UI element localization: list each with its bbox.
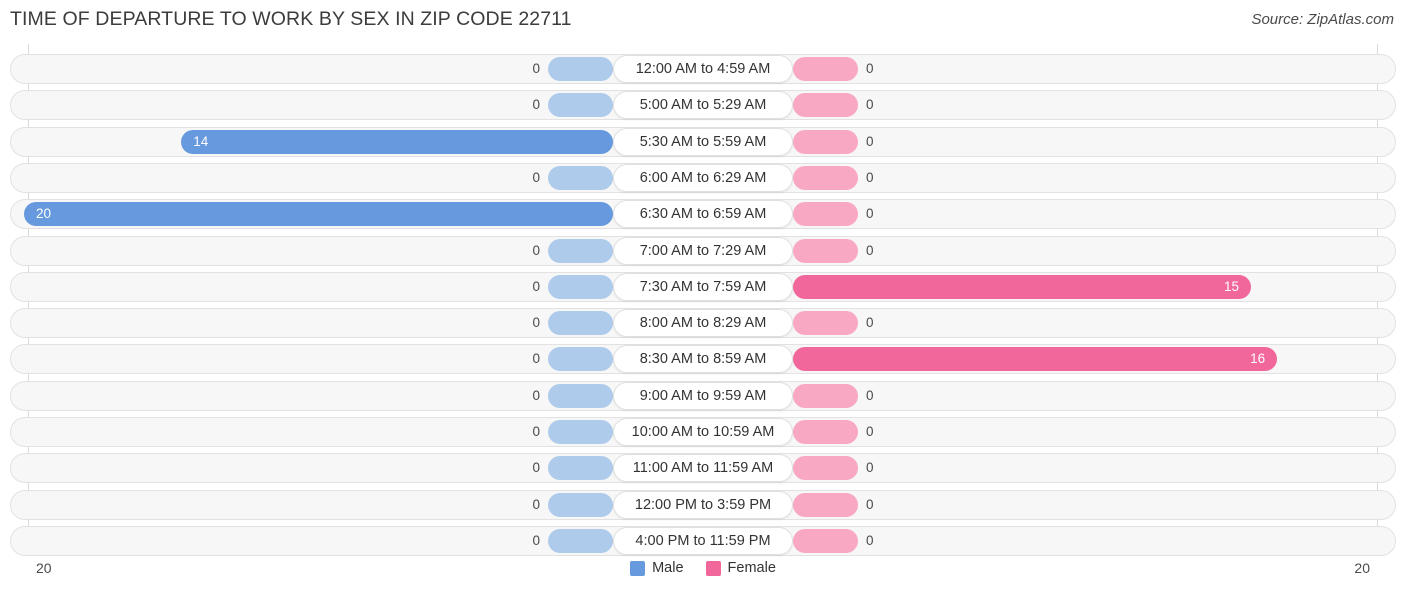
legend-swatch-female [705,560,721,576]
bar-value-female: 0 [866,315,874,331]
bar-value-female: 0 [866,532,874,548]
bar-value-male: 20 [36,206,52,222]
bar-female[interactable] [793,528,858,553]
category-label: 7:30 AM to 7:59 AM [613,272,793,301]
table-row[interactable]: 0 0 7:00 AM to 7:29 AM [10,235,1396,266]
table-row[interactable]: 0 15 7:30 AM to 7:59 AM [10,271,1396,302]
bar-value-female: 0 [866,424,874,439]
bar-female[interactable] [793,129,858,154]
table-row[interactable]: 0 0 11:00 AM to 11:59 AM [10,453,1396,484]
bar-male[interactable] [548,274,613,299]
category-label: 5:30 AM to 5:59 AM [613,127,793,156]
table-row[interactable]: 0 16 8:30 AM to 8:59 AM [10,344,1396,375]
chart-plot-area: 0 0 12:00 AM to 4:59 AM 0 0 5:00 AM to 5:29 A… [0,44,1406,556]
bar-value-male: 0 [532,460,540,476]
category-label: 10:00 AM to 10:59 AM [613,418,793,446]
legend-item-male[interactable]: Male [630,560,684,576]
bar-male[interactable] [548,420,613,444]
bar-female[interactable] [793,57,858,81]
bar-value-female: 0 [866,242,874,258]
bar-male[interactable] [548,165,613,190]
bar-male[interactable] [548,311,613,336]
bar-male[interactable] [548,93,613,118]
category-label: 11:00 AM to 11:59 AM [613,454,793,483]
table-row[interactable]: 0 0 12:00 PM to 3:59 PM [10,489,1396,520]
bar-male[interactable] [548,347,613,372]
bar-female[interactable] [793,165,858,190]
page-title: TIME OF DEPARTURE TO WORK BY SEX IN ZIP … [10,8,572,30]
table-row[interactable]: 14 0 5:30 AM to 5:59 AM [10,126,1396,157]
category-label: 9:00 AM to 9:59 AM [613,381,793,410]
category-label: 12:00 AM to 4:59 AM [613,55,793,83]
bar-value-male: 0 [532,97,540,113]
bar-value-female: 0 [866,97,874,113]
bar-value-male: 0 [532,278,540,294]
source-label: Source: ZipAtlas.com [1251,11,1394,28]
table-row[interactable]: 0 0 6:00 AM to 6:29 AM [10,162,1396,193]
legend-label-male: Male [652,560,684,576]
bar-value-male: 14 [193,133,209,149]
category-label: 8:30 AM to 8:59 AM [613,345,793,374]
bar-female[interactable] [793,383,858,408]
bar-female[interactable] [793,492,858,517]
bar-male[interactable] [548,57,613,81]
bar-value-male: 0 [532,351,540,367]
bar-value-male: 0 [532,315,540,331]
bar-female[interactable] [793,456,858,481]
bar-female[interactable] [793,93,858,118]
bar-value-female: 0 [866,460,874,476]
chart-footer: 20 20 Male Female [0,552,1406,594]
category-label: 4:00 PM to 11:59 PM [613,526,793,555]
bar-female[interactable] [793,202,858,227]
legend-item-female[interactable]: Female [705,560,776,576]
bar-value-female: 0 [866,61,874,76]
bar-male[interactable]: 14 [181,129,613,154]
table-row[interactable]: 0 0 5:00 AM to 5:29 AM [10,90,1396,121]
bar-value-female: 0 [866,496,874,512]
bar-value-male: 0 [532,532,540,548]
bar-value-male: 0 [532,61,540,76]
legend-swatch-male [630,560,646,576]
bar-male[interactable] [548,238,613,263]
category-label: 12:00 PM to 3:59 PM [613,490,793,519]
category-label: 8:00 AM to 8:29 AM [613,309,793,338]
chart-legend: Male Female [0,560,1406,576]
bar-male[interactable] [548,383,613,408]
chart-header: TIME OF DEPARTURE TO WORK BY SEX IN ZIP … [0,0,1406,44]
bar-value-female: 0 [866,133,874,149]
bar-male[interactable] [548,492,613,517]
bar-female[interactable]: 15 [793,274,1251,299]
bar-value-female: 0 [866,169,874,185]
bar-male[interactable] [548,456,613,481]
category-label: 6:00 AM to 6:29 AM [613,163,793,192]
bar-male[interactable]: 20 [24,202,613,227]
bar-female[interactable] [793,238,858,263]
bar-value-male: 0 [532,242,540,258]
category-label: 5:00 AM to 5:29 AM [613,91,793,120]
table-row[interactable]: 0 0 9:00 AM to 9:59 AM [10,380,1396,411]
bar-value-female: 16 [1250,351,1266,367]
category-label: 7:00 AM to 7:29 AM [613,236,793,265]
table-row[interactable]: 0 0 12:00 AM to 4:59 AM [10,54,1396,84]
bar-male[interactable] [548,528,613,553]
bar-value-male: 0 [532,496,540,512]
table-row[interactable]: 20 0 6:30 AM to 6:59 AM [10,199,1396,230]
table-row[interactable]: 0 0 8:00 AM to 8:29 AM [10,308,1396,339]
category-label: 6:30 AM to 6:59 AM [613,200,793,229]
table-row[interactable]: 0 0 10:00 AM to 10:59 AM [10,417,1396,447]
legend-label-female: Female [727,560,776,576]
bar-value-female: 0 [866,206,874,222]
bar-female[interactable] [793,311,858,336]
bar-value-male: 0 [532,169,540,185]
bar-value-female: 15 [1223,278,1239,294]
bar-value-male: 0 [532,387,540,403]
bar-value-female: 0 [866,387,874,403]
bar-female[interactable]: 16 [793,347,1278,372]
bar-female[interactable] [793,420,858,444]
bar-value-male: 0 [532,424,540,439]
